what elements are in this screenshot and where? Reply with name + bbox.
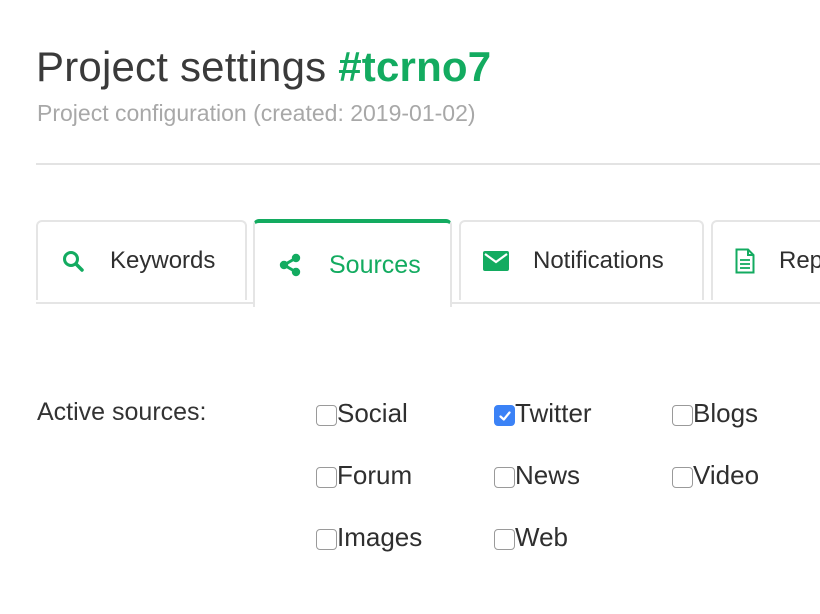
source-checkbox-video[interactable]: Video (672, 460, 759, 490)
page-title: Project settings #tcrno7 (36, 40, 491, 94)
checkmark-icon (498, 410, 511, 421)
tab-reports[interactable]: Reports (711, 220, 820, 300)
share-icon (277, 252, 303, 278)
tab-label: Sources (329, 250, 421, 279)
tab-label: Keywords (110, 247, 216, 274)
tab-label: Reports (779, 247, 820, 274)
checkbox-label: Social (337, 398, 408, 428)
tab-notifications[interactable]: Notifications (459, 220, 704, 300)
checkbox[interactable] (494, 405, 515, 426)
checkbox[interactable] (316, 529, 337, 550)
envelope-icon (483, 248, 509, 274)
project-id: #tcrno7 (338, 43, 492, 90)
header-divider (36, 163, 820, 165)
source-checkbox-images[interactable]: Images (316, 522, 422, 552)
checkbox[interactable] (672, 405, 693, 426)
checkbox-label: Forum (337, 460, 413, 490)
checkbox-label: Video (693, 460, 760, 490)
source-checkbox-twitter[interactable]: Twitter (494, 398, 592, 428)
source-checkbox-forum[interactable]: Forum (316, 460, 412, 490)
page-subtitle: Project configuration (created: 2019-01-… (37, 100, 476, 126)
checkbox-label: Blogs (693, 398, 759, 428)
checkbox-label: News (515, 460, 581, 490)
tab-sources[interactable]: Sources (253, 219, 452, 307)
tab-label: Notifications (533, 247, 664, 274)
search-icon (60, 248, 86, 274)
checkbox-label: Twitter (515, 398, 592, 428)
checkbox[interactable] (316, 467, 337, 488)
checkbox[interactable] (672, 467, 693, 488)
page-title-text: Project settings (36, 43, 327, 90)
source-checkbox-web[interactable]: Web (494, 522, 568, 552)
source-checkbox-social[interactable]: Social (316, 398, 408, 428)
source-checkbox-news[interactable]: News (494, 460, 580, 490)
checkbox[interactable] (494, 467, 515, 488)
checkbox[interactable] (316, 405, 337, 426)
checkbox[interactable] (494, 529, 515, 550)
source-checkbox-blogs[interactable]: Blogs (672, 398, 758, 428)
active-sources-label: Active sources: (37, 398, 207, 426)
checkbox-label: Web (515, 522, 568, 552)
tab-keywords[interactable]: Keywords (36, 220, 247, 300)
document-icon (735, 248, 755, 274)
checkbox-label: Images (337, 522, 423, 552)
